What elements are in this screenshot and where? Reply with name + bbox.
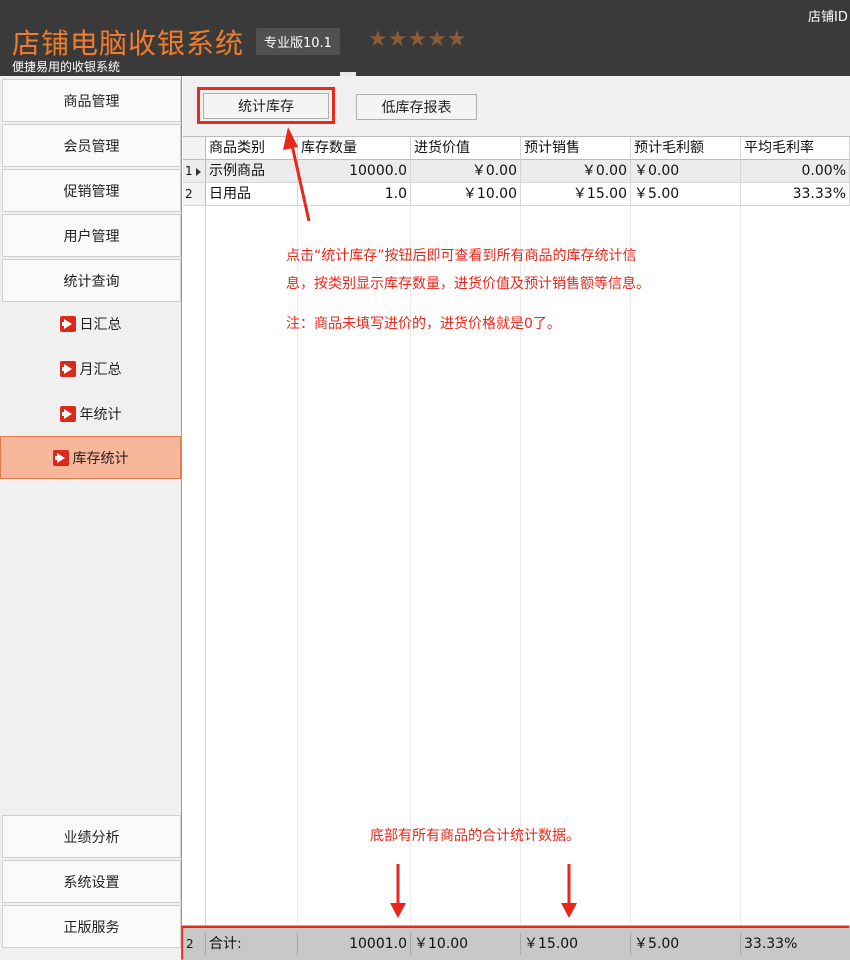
sidebar-item-members[interactable]: 会员管理 — [2, 124, 181, 167]
row-header[interactable]: 2 — [183, 183, 206, 206]
annotation-note-bottom: 底部有所有商品的合计统计数据。 — [370, 828, 580, 844]
annotation-note-line3: 注：商品未填写进价的，进货价格就是0了。 — [286, 316, 561, 332]
table-cell[interactable]: 0.00% — [741, 160, 850, 183]
sidebar-item-statistics[interactable]: 统计查询 — [2, 259, 181, 302]
row-header[interactable]: 1 — [183, 160, 206, 183]
shop-id-label: 店铺ID — [808, 10, 848, 25]
table-cell[interactable]: 示例商品 — [206, 160, 298, 183]
sub-item-daily-summary[interactable]: 日汇总 — [0, 302, 181, 345]
totals-row: 2 合计: 10001.0 ￥10.00 ￥15.00 ￥5.00 33.33% — [183, 928, 850, 960]
annotation-note-line2: 息，按类别显示库存数量，进货价值及预计销售额等信息。 — [286, 276, 650, 292]
sidebar-item-label: 系统设置 — [63, 874, 120, 891]
sidebar-item-settings[interactable]: 系统设置 — [2, 860, 181, 903]
totals-cell: ￥5.00 — [631, 933, 741, 955]
sub-item-monthly-summary[interactable]: 月汇总 — [0, 347, 181, 390]
app-title: 店铺电脑收银系统 — [12, 27, 245, 60]
table-cell[interactable]: ￥15.00 — [521, 183, 631, 206]
app-header: 店铺电脑收银系统 专业版10.1 ★★★★★ 便捷易用的收银系统 店铺ID — [0, 0, 850, 76]
arrow-right-icon — [59, 315, 76, 332]
table-cell[interactable]: ￥10.00 — [411, 183, 521, 206]
sidebar-item-promotions[interactable]: 促销管理 — [2, 169, 181, 212]
sidebar-item-label: 统计查询 — [63, 273, 120, 290]
sidebar-item-label: 商品管理 — [63, 93, 120, 110]
sub-item-label: 库存统计 — [72, 450, 129, 467]
row-index: 2 — [185, 187, 193, 201]
table-cell[interactable]: ￥0.00 — [631, 160, 741, 183]
row-selected-icon — [195, 167, 201, 176]
column-header[interactable]: 库存数量 — [298, 137, 411, 160]
sidebar-nav: 商品管理 会员管理 促销管理 用户管理 统计查询 日汇总 月汇总 年统计 库存统… — [0, 76, 182, 960]
sidebar-item-label: 促销管理 — [63, 183, 120, 200]
sidebar-item-label: 会员管理 — [63, 138, 120, 155]
table-cell[interactable]: 1.0 — [298, 183, 411, 206]
sub-item-yearly-stats[interactable]: 年统计 — [0, 392, 181, 435]
table-cell[interactable]: 33.33% — [741, 183, 850, 206]
totals-cell: 10001.0 — [298, 933, 411, 955]
totals-row-index: 2 — [183, 933, 206, 955]
grid-line — [205, 206, 206, 929]
sidebar-item-label: 业绩分析 — [63, 829, 120, 846]
grid-line — [630, 206, 631, 929]
column-header[interactable]: 商品类别 — [206, 137, 298, 160]
table-cell[interactable]: 10000.0 — [298, 160, 411, 183]
row-index: 1 — [185, 164, 193, 178]
column-header[interactable]: 预计毛利额 — [631, 137, 741, 160]
totals-cell: ￥15.00 — [521, 933, 631, 955]
totals-cell: 33.33% — [744, 936, 798, 952]
sidebar-item-label: 用户管理 — [63, 228, 120, 245]
sidebar-item-label: 正版服务 — [63, 919, 120, 936]
stock-stats-button[interactable]: 统计库存 — [203, 93, 329, 119]
rating-stars: ★★★★★ — [368, 27, 467, 52]
column-header[interactable]: 平均毛利率 — [741, 137, 850, 160]
edition-badge: 专业版10.1 — [256, 28, 340, 55]
app-subtitle: 便捷易用的收银系统 — [12, 60, 121, 74]
sidebar-item-users[interactable]: 用户管理 — [2, 214, 181, 257]
column-header[interactable]: 进货价值 — [411, 137, 521, 160]
sidebar-item-license[interactable]: 正版服务 — [2, 905, 181, 948]
row-header-corner — [183, 137, 206, 160]
annotation-note-line1: 点击“统计库存”按钮后即可查看到所有商品的库存统计信 — [286, 248, 637, 264]
sub-item-label: 日汇总 — [79, 316, 122, 333]
table-cell[interactable]: ￥0.00 — [411, 160, 521, 183]
totals-cell: ￥10.00 — [411, 933, 521, 955]
column-header[interactable]: 预计销售 — [521, 137, 631, 160]
grid-line — [740, 206, 741, 929]
arrow-right-icon — [52, 449, 69, 466]
totals-cell: 合计: — [206, 933, 298, 955]
table-cell[interactable]: 日用品 — [206, 183, 298, 206]
sub-item-label: 月汇总 — [79, 361, 122, 378]
table-cell[interactable]: ￥0.00 — [521, 160, 631, 183]
toolbar: 统计库存 低库存报表 — [183, 76, 850, 136]
arrow-right-icon — [59, 360, 76, 377]
sidebar-item-performance[interactable]: 业绩分析 — [2, 815, 181, 858]
sidebar-item-products[interactable]: 商品管理 — [2, 79, 181, 122]
low-stock-report-button[interactable]: 低库存报表 — [356, 94, 477, 120]
sub-item-stock-stats[interactable]: 库存统计 — [0, 436, 181, 479]
arrow-right-icon — [59, 405, 76, 422]
sub-item-label: 年统计 — [79, 406, 122, 423]
table-cell[interactable]: ￥5.00 — [631, 183, 741, 206]
